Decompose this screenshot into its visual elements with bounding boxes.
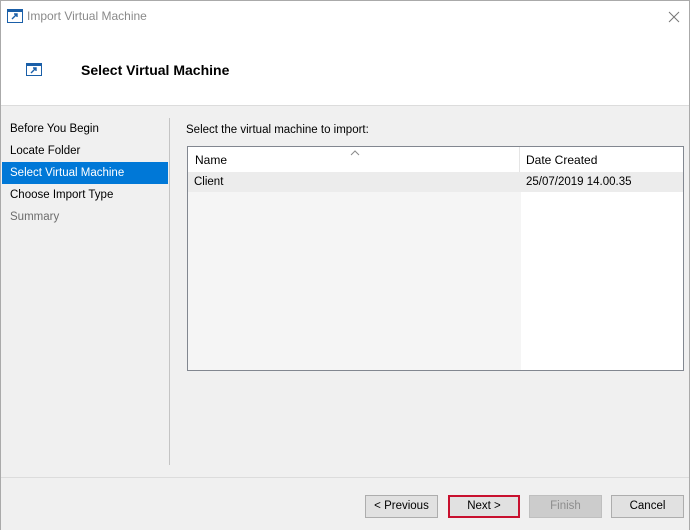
nav-step-choose-import-type[interactable]: Choose Import Type — [2, 184, 168, 206]
finish-button: Finish — [529, 495, 602, 518]
table-row[interactable]: Client 25/07/2019 14.00.35 — [188, 172, 683, 192]
sort-ascending-icon — [348, 146, 362, 156]
close-icon[interactable] — [659, 1, 689, 32]
wizard-header: Select Virtual Machine — [1, 32, 689, 106]
select-vm-prompt: Select the virtual machine to import: — [186, 124, 369, 136]
wizard-steps-nav: Before You Begin Locate Folder Select Vi… — [2, 118, 168, 228]
next-button[interactable]: Next > — [448, 495, 520, 518]
list-header: Name Date Created — [188, 147, 683, 172]
title-bar: Import Virtual Machine — [1, 1, 689, 32]
import-vm-icon — [26, 63, 42, 76]
page-title: Select Virtual Machine — [81, 62, 230, 78]
wizard-footer: < Previous Next > Finish Cancel — [1, 477, 689, 530]
cancel-button[interactable]: Cancel — [611, 495, 684, 518]
date-column-area — [521, 192, 683, 370]
import-vm-dialog: Import Virtual Machine Select Virtual Ma… — [0, 0, 690, 530]
app-icon — [7, 9, 23, 23]
nav-step-locate-folder[interactable]: Locate Folder — [2, 140, 168, 162]
vm-list[interactable]: Name Date Created Client 25/07/2019 14.0… — [187, 146, 684, 371]
column-header-name[interactable]: Name — [188, 147, 520, 172]
window-title: Import Virtual Machine — [27, 9, 147, 23]
column-label-name: Name — [195, 153, 228, 167]
nav-step-summary: Summary — [10, 211, 60, 223]
cell-date-created: 25/07/2019 14.00.35 — [526, 176, 632, 188]
column-label-date-created: Date Created — [526, 153, 598, 167]
cell-name: Client — [194, 176, 224, 188]
nav-step-before-you-begin[interactable]: Before You Begin — [2, 118, 168, 140]
column-header-date-created[interactable]: Date Created — [521, 147, 683, 172]
nav-step-select-virtual-machine[interactable]: Select Virtual Machine — [2, 162, 168, 184]
previous-button[interactable]: < Previous — [365, 495, 438, 518]
nav-divider — [169, 118, 170, 465]
